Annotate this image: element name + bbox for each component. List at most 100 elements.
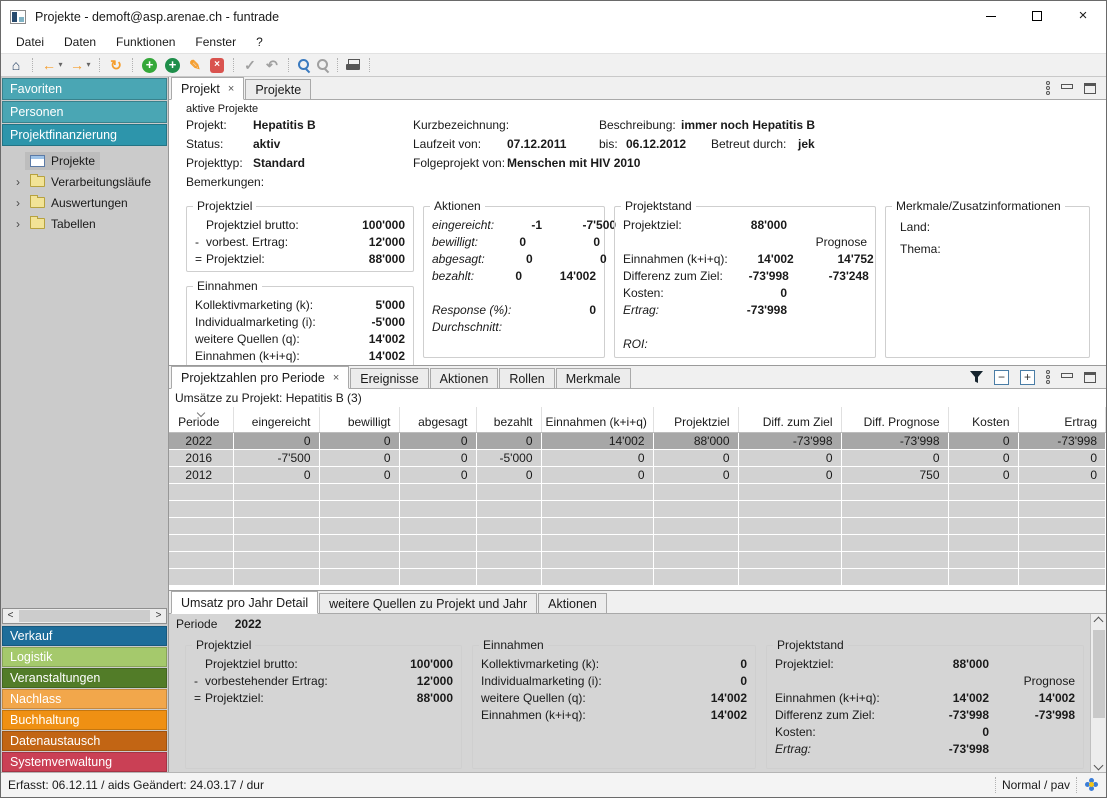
betreut-durch-value: jek — [798, 137, 815, 151]
expand-chevron-icon[interactable]: › — [11, 175, 25, 189]
sidebar-section-favoriten[interactable]: Favoriten — [2, 78, 167, 100]
pane-maximize-icon[interactable] — [1084, 372, 1096, 383]
table-row-empty — [169, 500, 1106, 517]
sidebar-section-buchhaltung[interactable]: Buchhaltung — [2, 710, 167, 730]
tab-projektzahlen-pro-periode[interactable]: Projektzahlen pro Periode × — [171, 366, 349, 389]
table-row-2016[interactable]: 2016-7'50000-5'000000000 — [169, 449, 1106, 466]
tab-projekte[interactable]: Projekte — [245, 79, 311, 99]
scroll-up-icon[interactable] — [1094, 617, 1104, 627]
add-icon[interactable]: + — [142, 58, 157, 73]
menu-daten[interactable]: Daten — [54, 33, 106, 52]
row-value: -73'998 — [721, 303, 787, 317]
forward-dropdown-icon[interactable]: ▾ — [84, 55, 93, 75]
pane-maximize-icon[interactable] — [1084, 83, 1096, 94]
search-icon[interactable] — [295, 57, 312, 73]
tab-umsatz-pro-jahr-detail[interactable]: Umsatz pro Jahr Detail — [171, 591, 318, 614]
sidebar: Favoriten Personen Projektfinanzierung P… — [1, 77, 169, 772]
settings-gear-icon[interactable] — [1085, 778, 1099, 792]
sidebar-horizontal-scrollbar[interactable]: < > — [2, 608, 167, 624]
add-special-icon[interactable]: + — [165, 58, 180, 73]
sidebar-section-veranstaltungen[interactable]: Veranstaltungen — [2, 668, 167, 688]
row-prognose: -73'248 — [789, 269, 869, 283]
maximize-button[interactable] — [1014, 1, 1060, 31]
projektziel-groupbox: Projektziel Projektziel brutto:100'000 -… — [186, 206, 414, 272]
expand-chevron-icon[interactable]: › — [11, 217, 25, 231]
column-header[interactable]: Ertrag — [1018, 407, 1106, 432]
tab-weitere-quellen[interactable]: weitere Quellen zu Projekt und Jahr — [319, 593, 537, 613]
tab-merkmale[interactable]: Merkmale — [556, 368, 631, 388]
roi-label: ROI: — [623, 337, 867, 351]
pane-minimize-icon[interactable] — [1061, 373, 1073, 378]
table-row-2022[interactable]: 2022000014'00288'000-73'998-73'9980-73'9… — [169, 432, 1106, 449]
projekttyp-value: Standard — [253, 156, 305, 170]
mode-indicator[interactable]: Normal / pav — [1002, 778, 1070, 792]
column-header[interactable]: Diff. zum Ziel — [738, 407, 841, 432]
sidebar-section-projektfinanzierung[interactable]: Projektfinanzierung — [2, 124, 167, 146]
print-icon[interactable] — [346, 59, 362, 72]
edit-icon[interactable]: ✎ — [185, 55, 205, 75]
tree-item-projekte[interactable]: Projekte — [1, 150, 168, 171]
detail-vertical-scrollbar[interactable] — [1090, 614, 1106, 772]
tree-item-auswertungen[interactable]: › Auswertungen — [1, 192, 168, 213]
delete-icon[interactable]: × — [210, 58, 224, 73]
expand-all-icon[interactable]: + — [1020, 370, 1035, 385]
sidebar-section-systemverwaltung[interactable]: Systemverwaltung — [2, 752, 167, 772]
tree-item-verarbeitungslaeufe[interactable]: › Verarbeitungsläufe — [1, 171, 168, 192]
home-icon[interactable]: ⌂ — [6, 55, 26, 75]
tab-aktionen[interactable]: Aktionen — [430, 368, 499, 388]
column-header[interactable]: Periode — [169, 407, 233, 432]
search-secondary-icon[interactable] — [314, 57, 331, 73]
undo-icon[interactable]: ↶ — [262, 55, 282, 75]
menu-hilfe[interactable]: ? — [246, 33, 273, 52]
pane-minimize-icon[interactable] — [1061, 84, 1073, 89]
tab-projekt[interactable]: Projekt × — [171, 77, 244, 100]
column-header[interactable]: Kosten — [948, 407, 1018, 432]
tab-rollen[interactable]: Rollen — [499, 368, 554, 388]
column-header[interactable]: abgesagt — [399, 407, 476, 432]
einnahmen-groupbox: Einnahmen Kollektivmarketing (k):5'000 I… — [186, 286, 414, 365]
column-header[interactable]: Einnahmen (k+i+q) — [541, 407, 653, 432]
sidebar-section-logistik[interactable]: Logistik — [2, 647, 167, 667]
refresh-icon[interactable]: ↻ — [106, 55, 126, 75]
pane-menu-icon[interactable] — [1046, 81, 1050, 95]
tree-item-tabellen[interactable]: › Tabellen — [1, 213, 168, 234]
sidebar-section-personen[interactable]: Personen — [2, 101, 167, 123]
table-caption: Umsätze zu Projekt: Hepatitis B (3) — [169, 389, 1106, 407]
filter-icon[interactable] — [970, 371, 983, 384]
close-button[interactable]: × — [1060, 1, 1106, 31]
column-header[interactable]: Diff. Prognose — [841, 407, 948, 432]
scroll-down-icon[interactable] — [1094, 761, 1104, 771]
scrollbar-thumb[interactable] — [19, 610, 150, 622]
close-tab-icon[interactable]: × — [333, 372, 339, 384]
menu-datei[interactable]: Datei — [6, 33, 54, 52]
table-row-2012[interactable]: 2012000000075000 — [169, 466, 1106, 483]
column-header[interactable]: eingereicht — [233, 407, 319, 432]
pane-menu-icon[interactable] — [1046, 370, 1050, 384]
bis-value: 06.12.2012 — [626, 137, 686, 151]
back-dropdown-icon[interactable]: ▾ — [56, 55, 65, 75]
tab-aktionen-detail[interactable]: Aktionen — [538, 593, 607, 613]
row-label: abgesagt: — [432, 252, 485, 266]
row-value: 100'000 — [410, 657, 453, 671]
column-header[interactable]: bezahlt — [476, 407, 541, 432]
groupbox-title: Projektstand — [773, 638, 848, 652]
scroll-right-icon[interactable]: > — [151, 609, 166, 623]
einnahmen-detail-groupbox: Einnahmen Kollektivmarketing (k):0 Indiv… — [472, 645, 756, 769]
close-tab-icon[interactable]: × — [228, 83, 234, 95]
tab-ereignisse[interactable]: Ereignisse — [350, 368, 428, 388]
sidebar-section-nachlass[interactable]: Nachlass — [2, 689, 167, 709]
sidebar-section-verkauf[interactable]: Verkauf — [2, 626, 167, 646]
sidebar-section-datenaustausch[interactable]: Datenaustausch — [2, 731, 167, 751]
scrollbar-thumb[interactable] — [1093, 630, 1105, 718]
column-header[interactable]: Projektziel — [653, 407, 738, 432]
collapse-all-icon[interactable]: − — [994, 370, 1009, 385]
confirm-icon[interactable]: ✓ — [240, 55, 260, 75]
column-header[interactable]: bewilligt — [319, 407, 399, 432]
menu-fenster[interactable]: Fenster — [185, 33, 246, 52]
row-value: 14'002 — [711, 708, 747, 722]
expand-chevron-icon[interactable]: › — [11, 196, 25, 210]
scroll-left-icon[interactable]: < — [3, 609, 18, 623]
menu-funktionen[interactable]: Funktionen — [106, 33, 185, 52]
minimize-button[interactable] — [968, 1, 1014, 31]
row-prognose: -73'998 — [989, 708, 1075, 722]
